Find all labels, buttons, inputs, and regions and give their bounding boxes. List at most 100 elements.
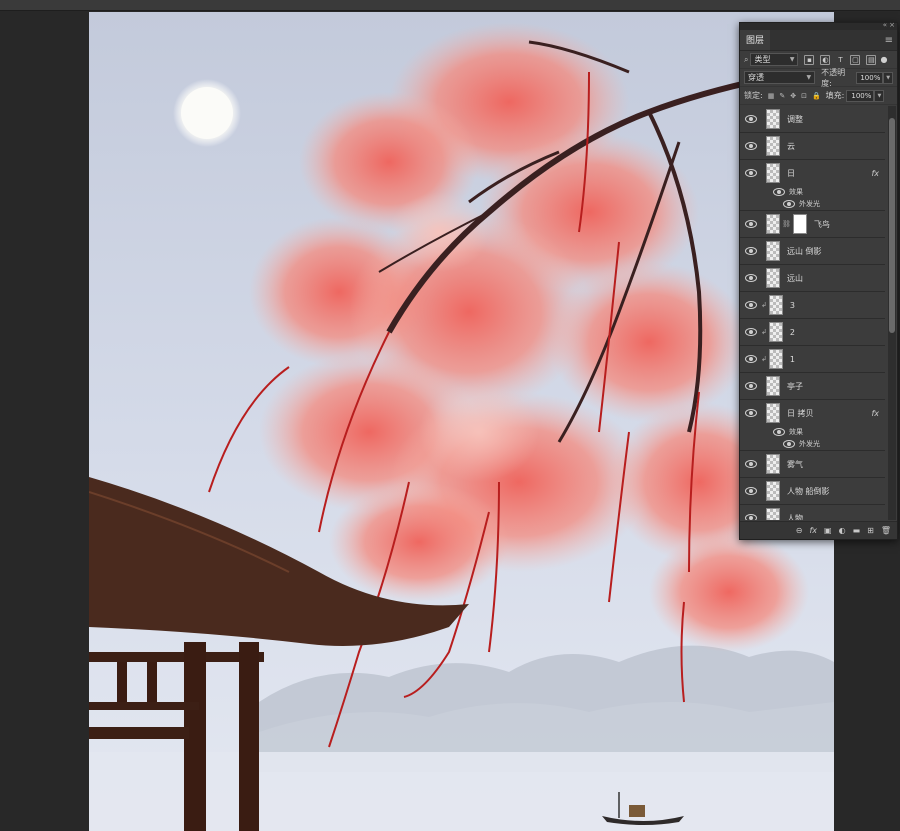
artwork xyxy=(89,12,834,831)
panel-grip[interactable]: « × xyxy=(740,21,897,30)
link-layers-icon[interactable]: ⊖ xyxy=(796,526,803,535)
filter-kind-dropdown[interactable]: 类型 ▼ xyxy=(750,53,799,66)
layer-name: 远山 倒影 xyxy=(787,246,822,256)
search-icon: ⌕ xyxy=(744,54,749,64)
layer-row[interactable]: 日 拷贝 fx xyxy=(740,400,885,426)
layer-row[interactable]: ↲ 1 xyxy=(740,346,885,373)
layer-thumbnail xyxy=(768,322,783,342)
visibility-eye-icon[interactable] xyxy=(745,301,757,309)
lock-pixels-icon[interactable]: ✎ xyxy=(779,92,785,100)
effect-row[interactable]: 外发光 xyxy=(740,437,885,451)
layer-mask-thumbnail[interactable] xyxy=(792,214,807,234)
clipping-arrow-icon: ↲ xyxy=(761,328,767,336)
layer-fx-icon[interactable]: fx xyxy=(871,169,879,178)
visibility-eye-icon[interactable] xyxy=(745,169,757,177)
visibility-eye-icon[interactable] xyxy=(773,187,785,196)
layer-thumbnail xyxy=(766,403,780,423)
visibility-eye-icon[interactable] xyxy=(745,409,757,417)
blend-mode-value: 穿透 xyxy=(748,73,764,82)
close-icon[interactable]: × xyxy=(889,21,895,29)
chevron-down-icon: ▼ xyxy=(806,74,812,81)
adjustment-icon[interactable]: ◐ xyxy=(839,526,846,535)
layer-row[interactable]: 远山 xyxy=(740,265,885,292)
lock-position-icon[interactable]: ✥ xyxy=(790,92,796,100)
layer-name: 3 xyxy=(789,300,795,310)
panel-menu-icon[interactable]: ≡ xyxy=(885,35,897,50)
layer-list: 调整 云 日 fx 效果 外发光 ⛓ 飞鸟 远山 倒影 远山 ↲ 3 ↲ 2 ↲… xyxy=(740,106,885,520)
visibility-eye-icon[interactable] xyxy=(745,382,757,390)
lock-transparent-icon[interactable]: ▦ xyxy=(768,92,775,100)
visibility-eye-icon[interactable] xyxy=(745,514,757,520)
layer-name: 调整 xyxy=(787,114,803,124)
visibility-eye-icon[interactable] xyxy=(773,427,785,436)
filter-pixel-icon[interactable]: ▪ xyxy=(804,54,815,65)
visibility-eye-icon[interactable] xyxy=(745,328,757,336)
filter-row: ⌕ 类型 ▼ ▪ ◐ T ▢ ▤ ● xyxy=(740,51,897,69)
mask-icon[interactable]: ▣ xyxy=(824,526,832,535)
fill-input[interactable]: 100% xyxy=(846,89,875,102)
fx-icon[interactable]: fx xyxy=(809,526,817,535)
layers-panel: « × 图层 ≡ ⌕ 类型 ▼ ▪ ◐ T ▢ ▤ ● 穿透 ▼ 不透明度: 1… xyxy=(739,21,898,540)
opacity-slider-toggle[interactable]: ▼ xyxy=(883,71,894,84)
collapse-icon[interactable]: « xyxy=(883,21,887,29)
layer-name: 人物 船倒影 xyxy=(787,486,830,496)
blend-row: 穿透 ▼ 不透明度: 100% ▼ xyxy=(740,68,897,88)
filter-adjustment-icon[interactable]: ◐ xyxy=(820,54,831,65)
layer-row[interactable]: ↲ 2 xyxy=(740,319,885,346)
lock-all-icon[interactable]: 🔒 xyxy=(812,92,821,100)
lock-artboard-icon[interactable]: ⊡ xyxy=(801,92,807,100)
folder-icon[interactable]: ▬ xyxy=(853,526,861,535)
visibility-eye-icon[interactable] xyxy=(745,274,757,282)
opacity-input[interactable]: 100% xyxy=(856,71,884,84)
layer-row[interactable]: 人物 船倒影 xyxy=(740,478,885,505)
layer-row[interactable]: 人物 xyxy=(740,505,885,520)
layer-fx-icon[interactable]: fx xyxy=(871,409,879,418)
trash-icon[interactable]: 🗑 xyxy=(881,526,891,535)
layer-thumbnail xyxy=(766,508,780,520)
link-icon[interactable]: ⛓ xyxy=(782,220,791,228)
filter-kind-value: 类型 xyxy=(754,55,771,64)
layer-row[interactable]: 云 xyxy=(740,133,885,160)
visibility-eye-icon[interactable] xyxy=(783,199,795,208)
document-canvas[interactable] xyxy=(89,12,834,831)
visibility-eye-icon[interactable] xyxy=(783,439,795,448)
layer-name: 雾气 xyxy=(787,459,803,469)
effect-name: 外发光 xyxy=(799,439,820,448)
layer-row[interactable]: 雾气 xyxy=(740,451,885,478)
layer-list-scrollbar[interactable] xyxy=(888,106,896,520)
layer-row[interactable]: ⛓ 飞鸟 xyxy=(740,211,885,238)
visibility-eye-icon[interactable] xyxy=(745,247,757,255)
new-layer-icon[interactable]: ⊞ xyxy=(867,526,874,535)
effects-row[interactable]: 效果 xyxy=(740,426,885,437)
tab-layers[interactable]: 图层 xyxy=(740,30,771,50)
layer-row[interactable]: 远山 倒影 xyxy=(740,238,885,265)
effect-row[interactable]: 外发光 xyxy=(740,197,885,211)
layer-row[interactable]: ↲ 3 xyxy=(740,292,885,319)
scrollbar-thumb[interactable] xyxy=(889,118,895,333)
visibility-eye-icon[interactable] xyxy=(745,487,757,495)
effect-name: 外发光 xyxy=(799,199,820,208)
layer-name: 2 xyxy=(789,327,795,337)
effects-row[interactable]: 效果 xyxy=(740,186,885,197)
filter-smart-icon[interactable]: ▤ xyxy=(866,54,877,65)
layer-row[interactable]: 调整 xyxy=(740,106,885,133)
layer-thumbnail xyxy=(766,214,780,234)
layer-row[interactable]: 日 fx xyxy=(740,160,885,186)
layer-thumbnail xyxy=(766,268,780,288)
visibility-eye-icon[interactable] xyxy=(745,142,757,150)
visibility-eye-icon[interactable] xyxy=(745,220,757,228)
visibility-eye-icon[interactable] xyxy=(745,355,757,363)
layer-thumbnail xyxy=(766,163,780,183)
fill-slider-toggle[interactable]: ▼ xyxy=(874,89,885,102)
layer-thumbnail xyxy=(766,454,780,474)
blend-mode-dropdown[interactable]: 穿透 ▼ xyxy=(744,71,816,84)
filter-type-icon[interactable]: T xyxy=(836,56,844,64)
visibility-eye-icon[interactable] xyxy=(745,460,757,468)
layer-name: 云 xyxy=(787,141,795,151)
filter-shape-icon[interactable]: ▢ xyxy=(850,54,861,65)
lock-row: 锁定: ▦ ✎ ✥ ⊡ 🔒 填充: 100% ▼ xyxy=(740,87,897,105)
layer-row[interactable]: 亭子 xyxy=(740,373,885,400)
layer-thumbnail xyxy=(766,109,780,129)
visibility-eye-icon[interactable] xyxy=(745,115,757,123)
filter-toggle-icon[interactable]: ● xyxy=(880,55,887,64)
